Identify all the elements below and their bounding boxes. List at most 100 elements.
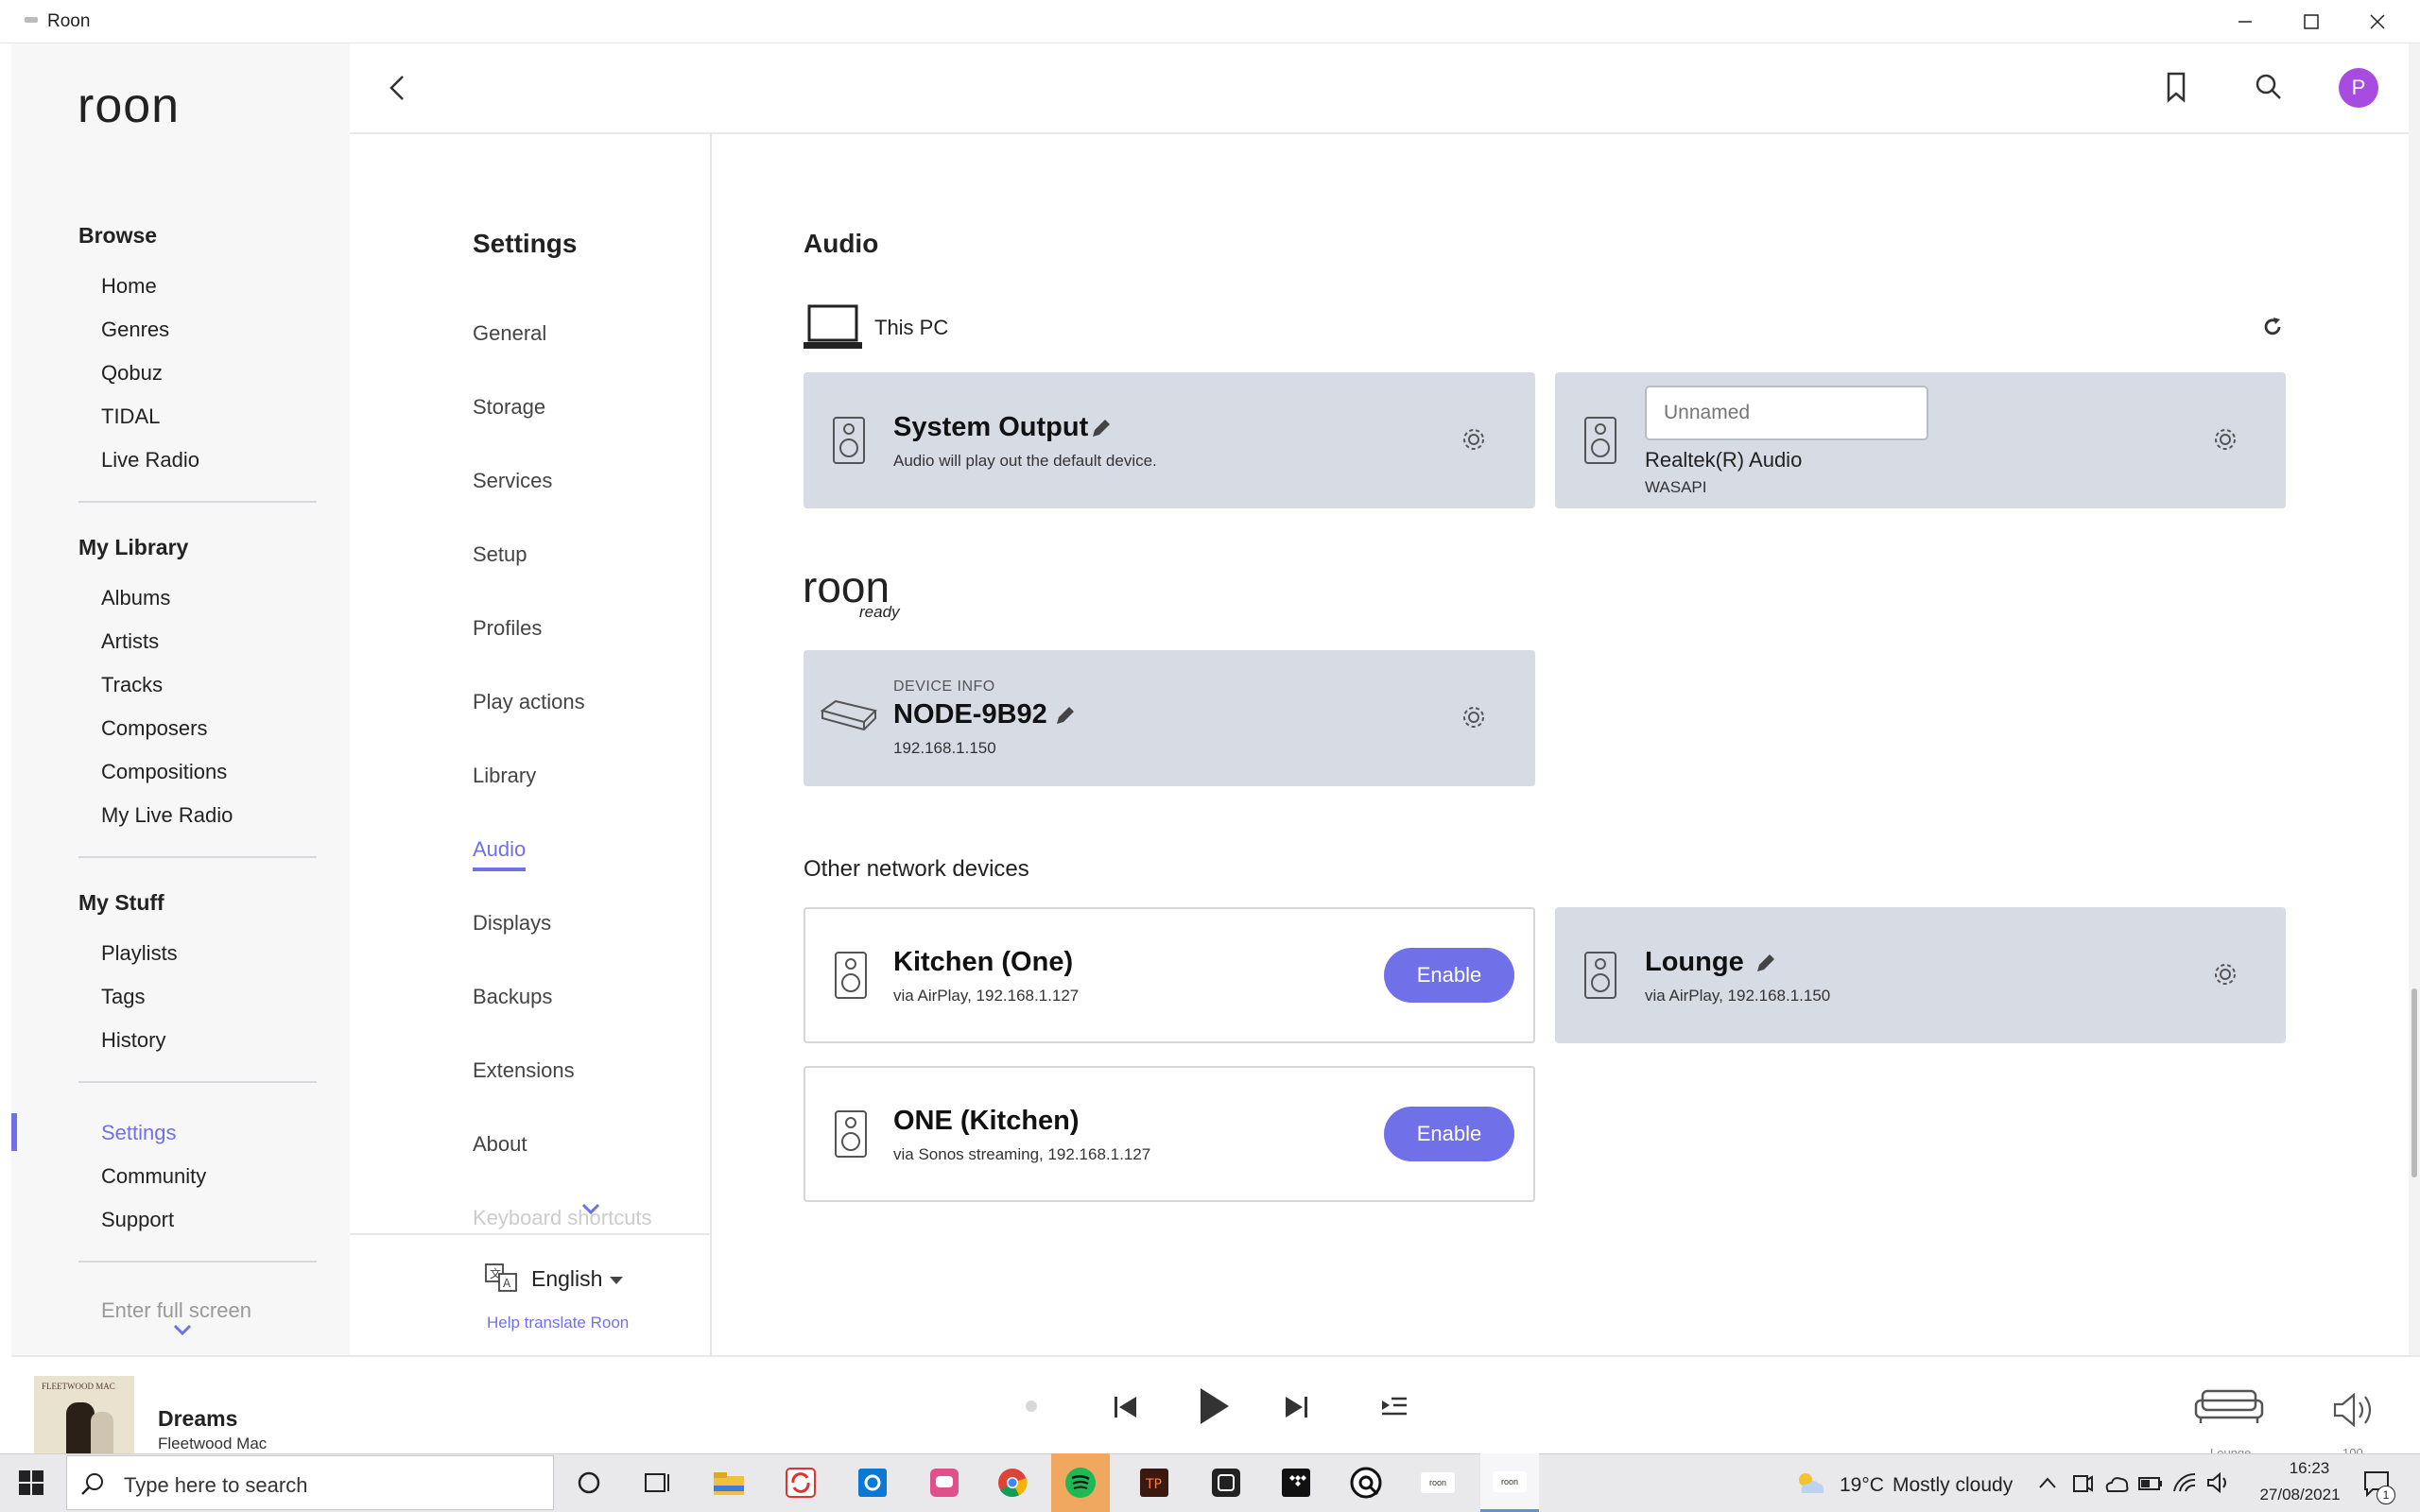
settings-nav-about[interactable]: About xyxy=(473,1132,527,1157)
sidebar-item-tracks[interactable]: Tracks xyxy=(101,673,163,697)
roon-logo[interactable]: roon xyxy=(78,77,180,134)
dropdown-caret-icon[interactable] xyxy=(610,1274,623,1291)
sidebar-item-support[interactable]: Support xyxy=(101,1208,174,1232)
refresh-button[interactable] xyxy=(2261,316,2284,343)
chevron-down-icon[interactable] xyxy=(172,1323,193,1343)
close-window-button[interactable] xyxy=(2344,0,2411,43)
settings-nav-play-actions[interactable]: Play actions xyxy=(473,690,585,714)
sidebar-item-home[interactable]: Home xyxy=(101,274,157,299)
weather-temperature[interactable]: 19°C xyxy=(1840,1474,1884,1497)
help-translate-link[interactable]: Help translate Roon xyxy=(487,1314,629,1332)
node-device-card[interactable]: DEVICE INFO NODE-9B92 192.168.1.150 xyxy=(804,650,1535,786)
show-hidden-icons-chevron-icon[interactable] xyxy=(2038,1476,2057,1494)
enable-button[interactable]: Enable xyxy=(1384,1107,1514,1161)
enter-full-screen-link[interactable]: Enter full screen xyxy=(101,1298,251,1323)
maximize-icon xyxy=(2304,14,2319,29)
clock-date[interactable]: 27/08/2021 xyxy=(2244,1486,2356,1504)
edit-pencil-icon[interactable] xyxy=(1053,703,1078,732)
taskbar-messaging-app[interactable] xyxy=(915,1453,974,1512)
settings-nav-library[interactable]: Library xyxy=(473,764,536,788)
realtek-audio-card[interactable]: Realtek(R) Audio WASAPI xyxy=(1555,372,2286,508)
shuffle-dot-icon[interactable] xyxy=(1026,1400,1037,1412)
search-button[interactable] xyxy=(2254,72,2284,107)
settings-nav-extensions[interactable]: Extensions xyxy=(473,1058,575,1083)
system-output-card[interactable]: System Output Audio will play out the de… xyxy=(804,372,1535,508)
cortana-button[interactable] xyxy=(560,1453,618,1512)
speaker-icon xyxy=(1583,951,1617,1005)
profile-avatar[interactable]: P xyxy=(2339,68,2378,108)
device-name-input[interactable] xyxy=(1645,386,1928,440)
windows-start-button[interactable] xyxy=(19,1470,43,1500)
sidebar-item-community[interactable]: Community xyxy=(101,1164,206,1189)
sidebar-item-artists[interactable]: Artists xyxy=(101,629,159,654)
speaker-volume-icon[interactable] xyxy=(2206,1471,2231,1498)
taskbar-roon-1[interactable]: roon xyxy=(1409,1453,1467,1512)
settings-nav-setup[interactable]: Setup xyxy=(473,542,527,567)
maximize-button[interactable] xyxy=(2278,0,2344,43)
volume-button[interactable] xyxy=(2331,1391,2377,1434)
taskbar-tidal[interactable] xyxy=(1267,1453,1325,1512)
taskbar-search-box[interactable]: Type here to search xyxy=(66,1455,554,1510)
gear-icon[interactable] xyxy=(1460,425,1488,458)
zone-button[interactable] xyxy=(2193,1385,2265,1432)
settings-nav-backups[interactable]: Backups xyxy=(473,985,552,1009)
sidebar-item-genres[interactable]: Genres xyxy=(101,318,169,342)
taskbar-roon-2[interactable]: roon xyxy=(1480,1453,1539,1512)
scroll-down-chevron-icon[interactable] xyxy=(580,1202,601,1222)
settings-nav-services[interactable]: Services xyxy=(473,469,552,493)
settings-nav-displays[interactable]: Displays xyxy=(473,911,551,936)
sidebar-item-playlists[interactable]: Playlists xyxy=(101,941,178,966)
settings-nav-keyboard-shortcuts[interactable]: Keyboard shortcuts xyxy=(473,1206,652,1230)
taskbar-chrome[interactable] xyxy=(983,1453,1042,1512)
sidebar-item-tags[interactable]: Tags xyxy=(101,985,145,1009)
meet-now-icon[interactable] xyxy=(2072,1472,2093,1500)
taskbar-qobuz[interactable] xyxy=(1337,1453,1395,1512)
gear-icon[interactable] xyxy=(1460,703,1488,736)
bookmark-button[interactable] xyxy=(2163,70,2189,109)
play-button[interactable] xyxy=(1197,1385,1233,1432)
wifi-icon[interactable] xyxy=(2172,1472,2197,1498)
taskbar-outlook[interactable] xyxy=(843,1453,902,1512)
window-scrollbar[interactable] xyxy=(2409,43,2420,1453)
battery-icon[interactable] xyxy=(2138,1476,2163,1496)
track-artist[interactable]: Fleetwood Mac xyxy=(158,1435,267,1453)
taskbar-spotify[interactable] xyxy=(1051,1453,1110,1512)
sidebar-item-tidal[interactable]: TIDAL xyxy=(101,404,160,429)
back-button[interactable] xyxy=(384,72,410,109)
queue-button[interactable] xyxy=(1380,1395,1409,1424)
edit-pencil-icon[interactable] xyxy=(1089,416,1114,445)
sidebar-item-compositions[interactable]: Compositions xyxy=(101,760,227,784)
language-select[interactable]: English xyxy=(531,1266,602,1292)
sidebar-item-history[interactable]: History xyxy=(101,1028,165,1053)
taskbar-file-explorer[interactable] xyxy=(700,1453,758,1512)
settings-nav-storage[interactable]: Storage xyxy=(473,395,545,420)
edit-pencil-icon[interactable] xyxy=(1754,951,1778,980)
weather-icon[interactable] xyxy=(1794,1470,1826,1502)
sidebar-item-live-radio[interactable]: Live Radio xyxy=(101,448,199,472)
previous-track-button[interactable] xyxy=(1112,1393,1140,1426)
track-title[interactable]: Dreams xyxy=(158,1406,237,1432)
enable-button[interactable]: Enable xyxy=(1384,948,1514,1003)
weather-description[interactable]: Mostly cloudy xyxy=(1893,1474,2013,1497)
sidebar-item-composers[interactable]: Composers xyxy=(101,716,207,741)
taskbar-sync-app[interactable] xyxy=(771,1453,830,1512)
album-art[interactable]: FLEETWOOD MAC xyxy=(34,1376,134,1455)
sidebar-item-settings[interactable]: Settings xyxy=(101,1121,177,1145)
lounge-card[interactable]: Lounge via AirPlay, 192.168.1.150 xyxy=(1555,907,2286,1043)
taskbar-app-dark[interactable] xyxy=(1197,1453,1255,1512)
onedrive-cloud-icon[interactable] xyxy=(2104,1474,2129,1498)
next-track-button[interactable] xyxy=(1282,1393,1310,1426)
minimize-button[interactable] xyxy=(2212,0,2278,43)
gear-icon[interactable] xyxy=(2211,960,2239,993)
clock-time[interactable]: 16:23 xyxy=(2267,1459,2352,1478)
settings-nav-audio[interactable]: Audio xyxy=(473,837,527,871)
sidebar-item-my-live-radio[interactable]: My Live Radio xyxy=(101,803,233,828)
taskbar-app-tp[interactable]: TP xyxy=(1125,1453,1184,1512)
gear-icon[interactable] xyxy=(2211,425,2239,458)
task-view-button[interactable] xyxy=(628,1453,686,1512)
settings-nav-general[interactable]: General xyxy=(473,321,546,346)
roon-icon: roon xyxy=(1493,1470,1527,1492)
sidebar-item-qobuz[interactable]: Qobuz xyxy=(101,361,163,386)
sidebar-item-albums[interactable]: Albums xyxy=(101,586,170,610)
settings-nav-profiles[interactable]: Profiles xyxy=(473,616,542,641)
